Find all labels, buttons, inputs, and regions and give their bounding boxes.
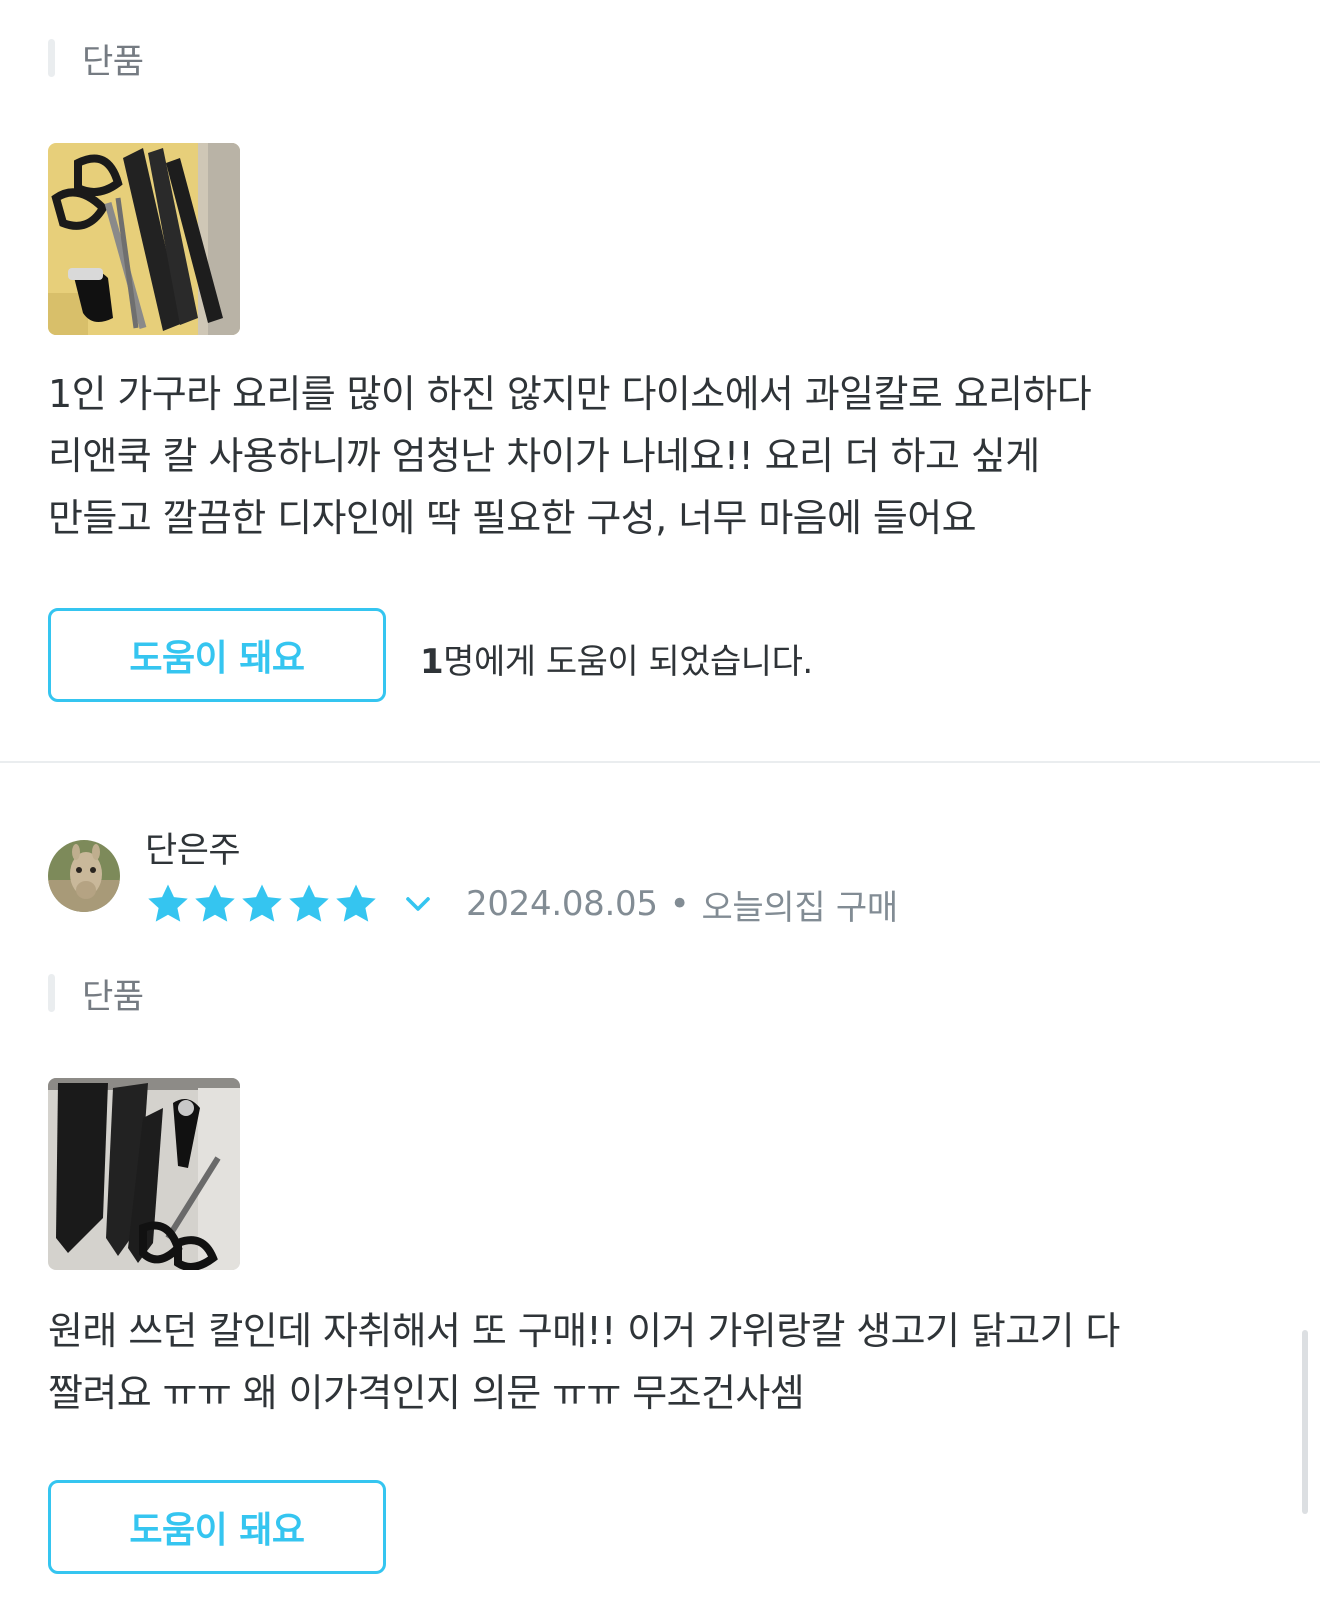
review-photo[interactable] [48,143,240,335]
option-bar [48,974,55,1012]
star-icon [195,884,235,922]
chevron-down-icon[interactable] [398,884,438,924]
star-icon [148,884,188,922]
star-rating [145,881,380,927]
review-date: 2024.08.05 [466,884,658,924]
option-bar [48,39,55,77]
option-tag: 단품 [48,38,144,82]
review-meta: 2024.08.05 • 오늘의집 구매 [145,880,898,928]
option-tag: 단품 [48,973,144,1017]
review-photo[interactable] [48,1078,240,1270]
purchase-source: 오늘의집 구매 [701,887,898,928]
scrollbar[interactable] [1302,1330,1308,1514]
helpful-count: 1명에게 도움이 되었습니다. [420,634,813,683]
author-avatar[interactable] [48,840,120,912]
alpaca-avatar-icon [48,840,120,912]
review-divider [0,761,1320,763]
helpful-count-suffix: 명에게 도움이 되었습니다. [443,642,813,682]
option-label: 단품 [82,41,144,82]
helpful-count-number: 1 [420,642,444,682]
star-icon [289,884,329,922]
helpful-button[interactable]: 도움이 돼요 [48,608,386,702]
review-text: 원래 쓰던 칼인데 자취해서 또 구매!! 이거 가위랑칼 생고기 닭고기 다 … [48,1309,1120,1415]
knife-set-box-photo-icon [48,1078,240,1270]
meta-separator: • [669,884,690,924]
author-name: 단은주 [145,831,241,871]
knife-set-photo-icon [48,143,240,335]
star-icon [242,884,282,922]
option-label: 단품 [82,976,144,1017]
star-icon [336,884,376,922]
helpful-button[interactable]: 도움이 돼요 [48,1480,386,1574]
review-text: 1인 가구라 요리를 많이 하진 않지만 다이소에서 과일칼로 요리하다 리앤쿡… [48,372,1092,540]
